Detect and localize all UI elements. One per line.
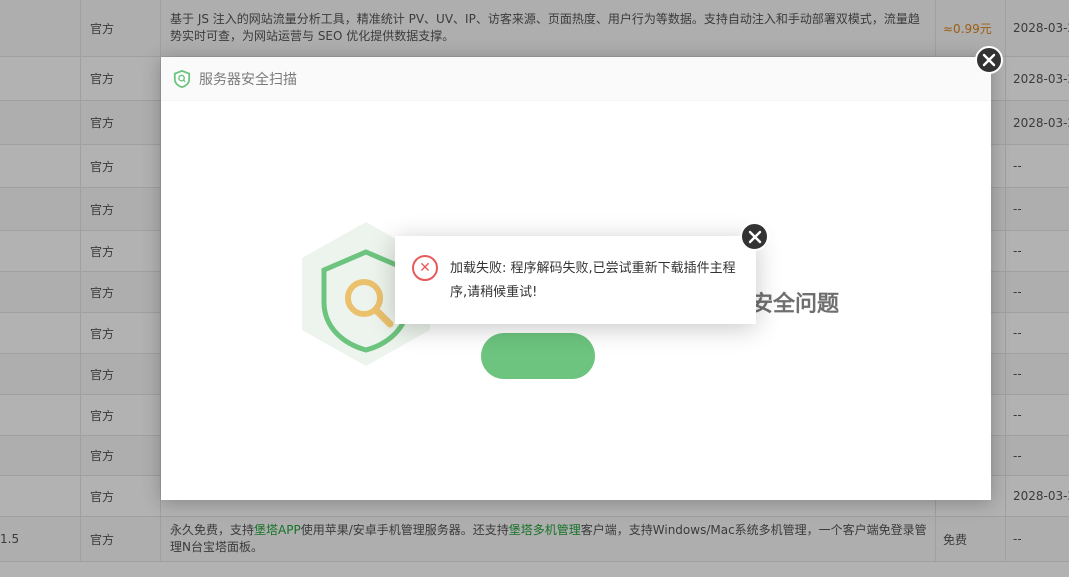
error-message-box: ✕ 加载失败: 程序解码失败,已尝试重新下载插件主程序,请稍候重试! [395, 236, 756, 324]
error-icon: ✕ [412, 255, 438, 281]
close-icon [982, 53, 996, 67]
error-message-text: 加载失败: 程序解码失败,已尝试重新下载插件主程序,请稍候重试! [450, 261, 736, 300]
close-icon [748, 230, 761, 243]
close-message-button[interactable] [740, 222, 769, 251]
close-modal-button[interactable] [975, 46, 1003, 74]
